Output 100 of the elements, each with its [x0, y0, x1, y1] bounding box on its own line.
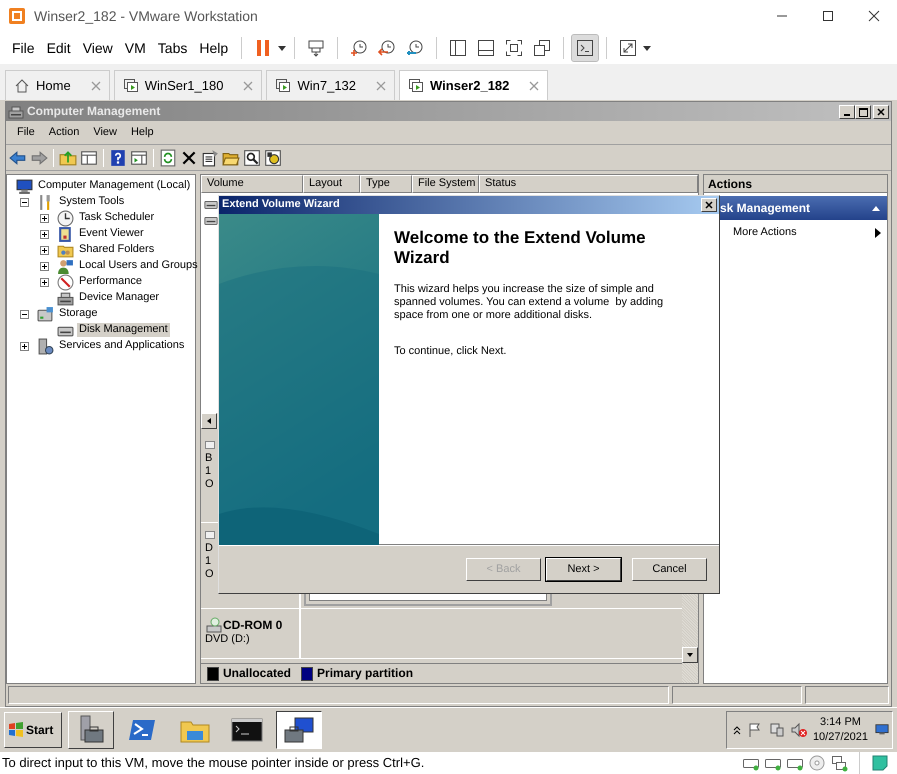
column-header[interactable]: Type: [360, 175, 412, 193]
cd-icon[interactable]: [808, 754, 826, 772]
menu-item[interactable]: File: [10, 126, 42, 140]
tree-item[interactable]: Disk Management: [77, 323, 170, 337]
network-icon[interactable]: [768, 722, 785, 738]
console-view-icon[interactable]: [571, 34, 600, 62]
computer-icon: [16, 178, 33, 194]
windows-logo-icon: [8, 722, 24, 738]
search-icon[interactable]: [243, 148, 261, 166]
pane-title: Actions: [704, 175, 887, 193]
network-adapter-icon[interactable]: [830, 754, 848, 772]
vmware-logo-icon: [8, 7, 26, 25]
dialog-button[interactable]: Next >: [546, 558, 621, 581]
refresh-icon[interactable]: [159, 148, 177, 166]
show-action-pane-icon[interactable]: [130, 148, 148, 166]
menu-item[interactable]: Help: [124, 126, 161, 140]
disk-info: 1: [205, 465, 212, 478]
volume-muted-icon[interactable]: [790, 722, 807, 738]
show-desktop-icon[interactable]: [874, 723, 890, 737]
tree-item[interactable]: Computer Management (Local): [36, 179, 192, 193]
status-text: To direct input to this VM, move the mouse pointer inside or press Ctrl+G.: [2, 755, 424, 771]
tree-item[interactable]: Storage: [57, 307, 100, 321]
help-icon[interactable]: [109, 148, 127, 166]
menu-item[interactable]: View: [76, 40, 119, 56]
show-tree-icon[interactable]: [80, 148, 98, 166]
expand-toggle[interactable]: [40, 278, 49, 286]
tree-item[interactable]: Shared Folders: [77, 243, 156, 257]
expand-toggle[interactable]: [40, 262, 49, 270]
close-button[interactable]: [701, 198, 717, 212]
tab[interactable]: Win7_132: [266, 70, 396, 100]
expand-toggle[interactable]: [40, 246, 49, 254]
menu-item[interactable]: Action: [42, 126, 86, 140]
close-icon[interactable]: [866, 8, 882, 24]
tab[interactable]: Home: [5, 70, 110, 100]
dialog-text: This wizard helps you increase the size of simple and spanned volumes. You can extend a volume by adding space from one or more additional disks.: [394, 283, 664, 323]
expand-toggle[interactable]: [20, 342, 29, 350]
taskbar-button[interactable]: [276, 711, 322, 749]
menu-item[interactable]: Tabs: [152, 40, 194, 56]
disk-info: DVD (D:): [205, 633, 251, 646]
close-icon: [875, 106, 887, 116]
settings-icon[interactable]: [264, 148, 282, 166]
legend-label: Unallocated: [223, 666, 292, 681]
dialog-title: Extend Volume Wizard: [222, 198, 340, 212]
caret-icon[interactable]: [277, 43, 288, 53]
caret-icon[interactable]: [642, 43, 652, 53]
close-button[interactable]: [873, 104, 889, 118]
properties-icon[interactable]: [201, 148, 219, 166]
flag-icon[interactable]: [746, 722, 763, 738]
column-header[interactable]: File System: [412, 175, 479, 193]
forward-icon[interactable]: [30, 148, 48, 166]
minimize-icon: [844, 114, 850, 116]
maximize-icon: [857, 106, 869, 116]
show-hidden-icons-icon[interactable]: [732, 725, 741, 735]
tree-item[interactable]: Device Manager: [77, 291, 162, 305]
submenu-arrow-icon: [875, 228, 881, 238]
maximize-button[interactable]: [855, 104, 871, 118]
legend-label: Primary partition: [317, 666, 414, 681]
menu-item[interactable]: Edit: [40, 40, 77, 56]
menu-item[interactable]: File: [6, 40, 41, 56]
minimize-button[interactable]: [839, 104, 855, 118]
dialog-button[interactable]: Cancel: [632, 558, 707, 581]
vm-play-icon: [408, 78, 424, 94]
column-header[interactable]: Status: [479, 175, 698, 193]
scroll-left-button[interactable]: [201, 413, 217, 429]
maximize-icon[interactable]: [820, 8, 836, 24]
tab[interactable]: Winser2_182: [399, 70, 548, 100]
menu-item[interactable]: Help: [193, 40, 234, 56]
disk-info: 1: [205, 555, 212, 568]
window-title: Computer Management: [27, 104, 160, 119]
log-book-icon: [57, 226, 74, 242]
home-icon: [14, 78, 30, 94]
disk-title: CD-ROM 0: [223, 618, 282, 632]
disk-info: O: [205, 478, 215, 492]
delete-icon[interactable]: [180, 148, 198, 166]
expand-toggle[interactable]: [40, 214, 49, 222]
column-header[interactable]: Layout: [303, 175, 360, 193]
menu-item[interactable]: VM: [118, 40, 152, 56]
message-icon[interactable]: [871, 754, 889, 772]
start-button[interactable]: Start: [4, 712, 62, 748]
action-link[interactable]: More Actions: [733, 226, 797, 240]
scroll-down-icon[interactable]: [686, 651, 694, 659]
tree-item[interactable]: Services and Applications: [57, 339, 186, 353]
expand-toggle[interactable]: [40, 230, 49, 238]
tree-item[interactable]: System Tools: [57, 195, 126, 209]
tab[interactable]: WinSer1_180: [114, 70, 262, 100]
tree-item[interactable]: Local Users and Groups: [77, 259, 200, 273]
disk-info: B: [205, 452, 214, 466]
vm-play-icon: [122, 78, 139, 94]
menu-item[interactable]: View: [86, 126, 124, 140]
column-header[interactable]: Volume: [201, 175, 303, 193]
storage-icon: [37, 306, 54, 322]
tree-item[interactable]: Event Viewer: [77, 227, 146, 241]
tree-item[interactable]: Performance: [77, 275, 144, 289]
vm-play-icon: [275, 78, 292, 94]
dialog-text: To continue, click Next.: [394, 344, 508, 358]
collapse-toggle[interactable]: [20, 310, 29, 318]
collapse-toggle[interactable]: [20, 198, 29, 206]
back-icon[interactable]: [9, 148, 27, 166]
dialog-heading: Welcome to the Extend Volume Wizard: [394, 228, 647, 268]
tree-item[interactable]: Task Scheduler: [77, 211, 156, 225]
